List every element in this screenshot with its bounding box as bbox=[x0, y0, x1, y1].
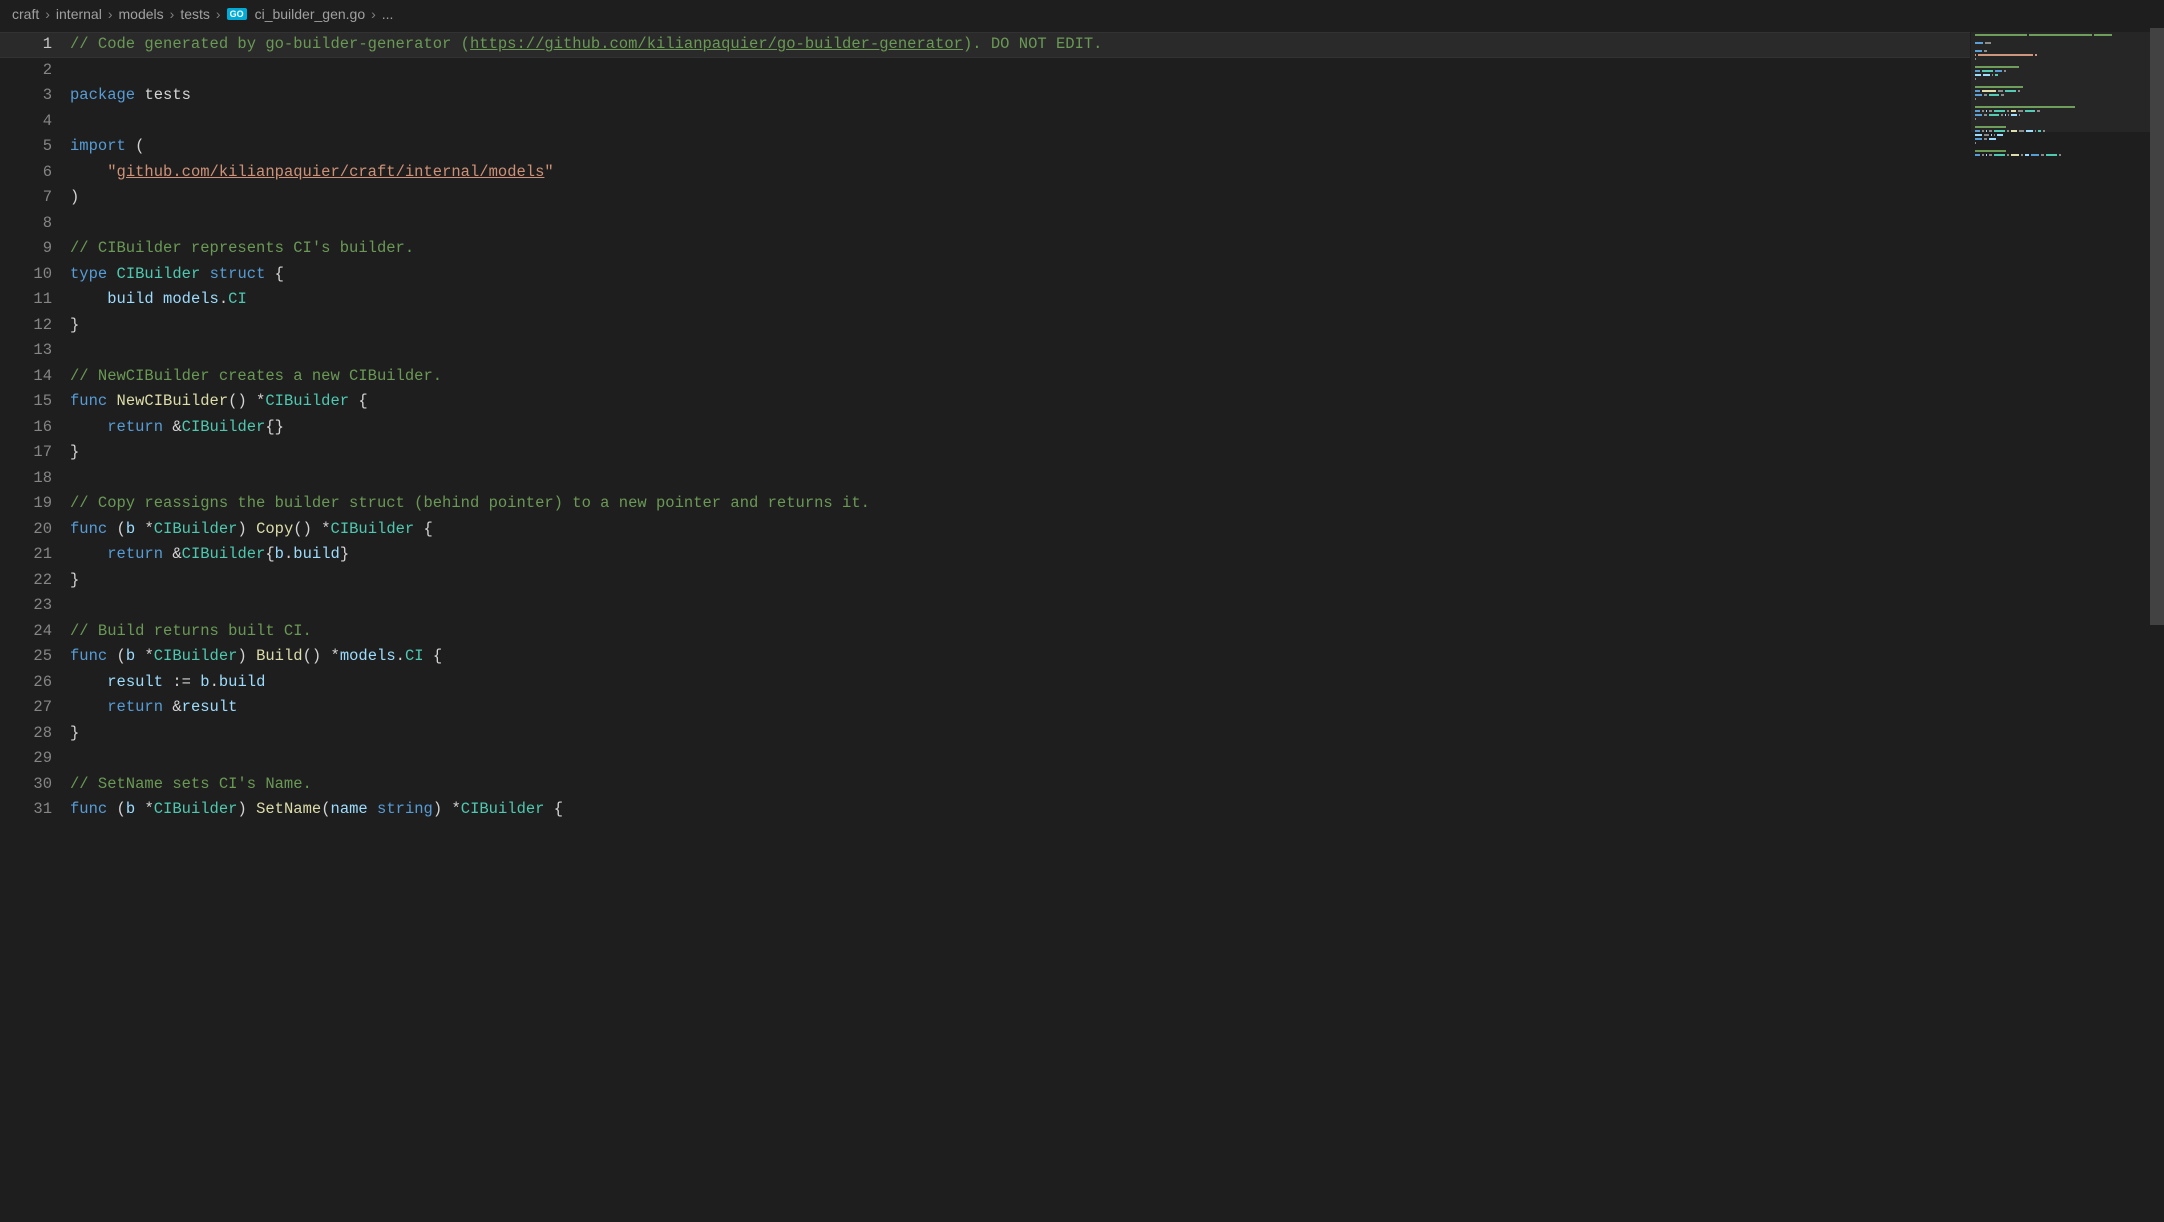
line-number[interactable]: 8 bbox=[0, 211, 52, 237]
breadcrumb[interactable]: craft › internal › models › tests › GO c… bbox=[0, 0, 2164, 28]
breadcrumb-item-models[interactable]: models bbox=[119, 6, 164, 22]
line-number[interactable]: 4 bbox=[0, 109, 52, 135]
code-line[interactable]: // Copy reassigns the builder struct (be… bbox=[70, 491, 1970, 517]
editor-container: craft › internal › models › tests › GO c… bbox=[0, 0, 2164, 1222]
line-number[interactable]: 5 bbox=[0, 134, 52, 160]
line-number[interactable]: 25 bbox=[0, 644, 52, 670]
line-number[interactable]: 31 bbox=[0, 797, 52, 823]
line-number[interactable]: 13 bbox=[0, 338, 52, 364]
code-line[interactable] bbox=[70, 338, 1970, 364]
code-line[interactable]: type CIBuilder struct { bbox=[70, 262, 1970, 288]
code-line[interactable]: import ( bbox=[70, 134, 1970, 160]
chevron-right-icon: › bbox=[216, 6, 221, 22]
line-number[interactable]: 21 bbox=[0, 542, 52, 568]
code-line[interactable] bbox=[70, 211, 1970, 237]
line-number[interactable]: 20 bbox=[0, 517, 52, 543]
main-area: 1234567891011121314151617181920212223242… bbox=[0, 28, 2164, 1222]
line-number[interactable]: 16 bbox=[0, 415, 52, 441]
breadcrumb-item-internal[interactable]: internal bbox=[56, 6, 102, 22]
scrollbar-thumb[interactable] bbox=[2150, 28, 2164, 625]
chevron-right-icon: › bbox=[170, 6, 175, 22]
code-area[interactable]: 1234567891011121314151617181920212223242… bbox=[0, 28, 1970, 1222]
code-line[interactable]: func (b *CIBuilder) Build() *models.CI { bbox=[70, 644, 1970, 670]
line-number[interactable]: 30 bbox=[0, 772, 52, 798]
code-line[interactable]: } bbox=[70, 568, 1970, 594]
code-line[interactable]: return &CIBuilder{b.build} bbox=[70, 542, 1970, 568]
code-line[interactable]: // CIBuilder represents CI's builder. bbox=[70, 236, 1970, 262]
code-line[interactable]: } bbox=[70, 313, 1970, 339]
line-number[interactable]: 7 bbox=[0, 185, 52, 211]
line-number[interactable]: 26 bbox=[0, 670, 52, 696]
code-line[interactable] bbox=[70, 466, 1970, 492]
line-number[interactable]: 27 bbox=[0, 695, 52, 721]
line-number[interactable]: 28 bbox=[0, 721, 52, 747]
code-line[interactable]: package tests bbox=[70, 83, 1970, 109]
line-number[interactable]: 14 bbox=[0, 364, 52, 390]
code-line[interactable]: return &result bbox=[70, 695, 1970, 721]
line-number[interactable]: 12 bbox=[0, 313, 52, 339]
line-number[interactable]: 29 bbox=[0, 746, 52, 772]
code-line[interactable]: // SetName sets CI's Name. bbox=[70, 772, 1970, 798]
line-number[interactable]: 1 bbox=[0, 32, 52, 58]
code-line[interactable] bbox=[70, 593, 1970, 619]
line-gutter[interactable]: 1234567891011121314151617181920212223242… bbox=[0, 28, 70, 1222]
code-line[interactable]: } bbox=[70, 440, 1970, 466]
line-number[interactable]: 3 bbox=[0, 83, 52, 109]
line-number[interactable]: 18 bbox=[0, 466, 52, 492]
code-line[interactable] bbox=[70, 58, 1970, 84]
line-number[interactable]: 11 bbox=[0, 287, 52, 313]
minimap[interactable] bbox=[1970, 28, 2150, 1222]
code-line[interactable]: // Build returns built CI. bbox=[70, 619, 1970, 645]
line-number[interactable]: 9 bbox=[0, 236, 52, 262]
chevron-right-icon: › bbox=[45, 6, 50, 22]
code-line[interactable]: // Code generated by go-builder-generato… bbox=[70, 32, 1970, 58]
vertical-scrollbar[interactable] bbox=[2150, 28, 2164, 1222]
line-number[interactable]: 10 bbox=[0, 262, 52, 288]
code-line[interactable] bbox=[70, 109, 1970, 135]
line-number[interactable]: 24 bbox=[0, 619, 52, 645]
go-file-icon: GO bbox=[227, 8, 251, 20]
code-line[interactable]: func NewCIBuilder() *CIBuilder { bbox=[70, 389, 1970, 415]
code-line[interactable]: "github.com/kilianpaquier/craft/internal… bbox=[70, 160, 1970, 186]
code-line[interactable] bbox=[70, 746, 1970, 772]
line-number[interactable]: 2 bbox=[0, 58, 52, 84]
code-content[interactable]: // Code generated by go-builder-generato… bbox=[70, 28, 1970, 1222]
code-line[interactable]: build models.CI bbox=[70, 287, 1970, 313]
chevron-right-icon: › bbox=[371, 6, 376, 22]
code-line[interactable]: // NewCIBuilder creates a new CIBuilder. bbox=[70, 364, 1970, 390]
breadcrumb-item-craft[interactable]: craft bbox=[12, 6, 39, 22]
line-number[interactable]: 15 bbox=[0, 389, 52, 415]
code-line[interactable]: func (b *CIBuilder) Copy() *CIBuilder { bbox=[70, 517, 1970, 543]
line-number[interactable]: 19 bbox=[0, 491, 52, 517]
chevron-right-icon: › bbox=[108, 6, 113, 22]
line-number[interactable]: 6 bbox=[0, 160, 52, 186]
code-line[interactable]: return &CIBuilder{} bbox=[70, 415, 1970, 441]
line-number[interactable]: 23 bbox=[0, 593, 52, 619]
breadcrumb-item-file[interactable]: ci_builder_gen.go bbox=[255, 6, 366, 22]
code-line[interactable]: } bbox=[70, 721, 1970, 747]
line-number[interactable]: 22 bbox=[0, 568, 52, 594]
breadcrumb-item-tests[interactable]: tests bbox=[180, 6, 210, 22]
code-line[interactable]: ) bbox=[70, 185, 1970, 211]
code-line[interactable]: result := b.build bbox=[70, 670, 1970, 696]
code-line[interactable]: func (b *CIBuilder) SetName(name string)… bbox=[70, 797, 1970, 823]
minimap-viewport[interactable] bbox=[1971, 32, 2150, 132]
breadcrumb-item-more[interactable]: ... bbox=[382, 6, 394, 22]
line-number[interactable]: 17 bbox=[0, 440, 52, 466]
